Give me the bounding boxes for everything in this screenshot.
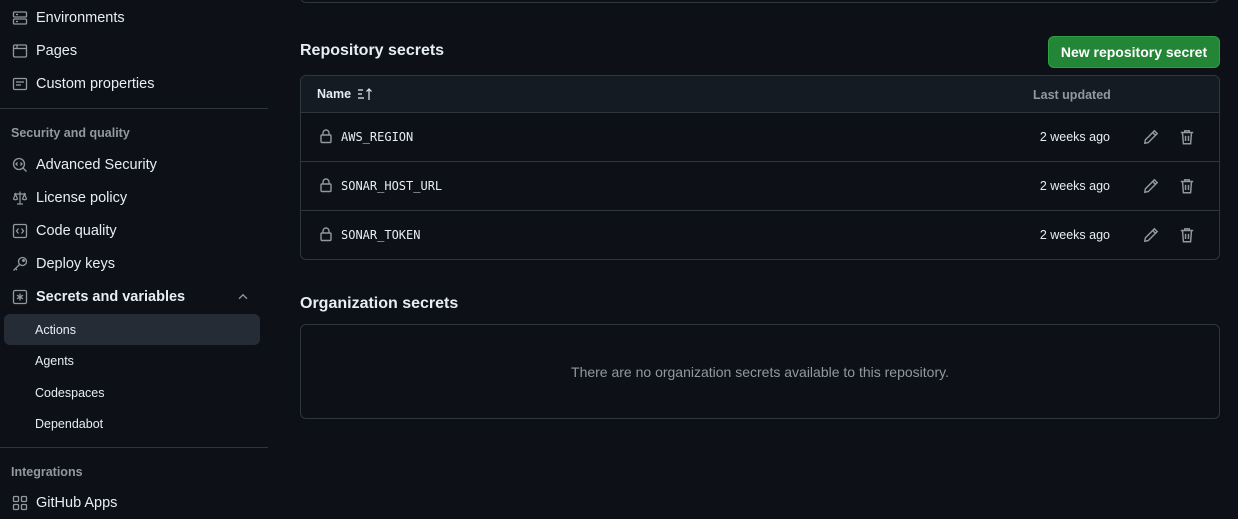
browser-icon (12, 43, 28, 59)
sidebar-item-label: Advanced Security (36, 157, 157, 173)
organization-secrets-empty-state: There are no organization secrets availa… (300, 324, 1220, 419)
server-icon (12, 10, 28, 26)
table-row: SONAR_HOST_URL 2 weeks ago (301, 162, 1219, 211)
sidebar-item-pages[interactable]: Pages (4, 35, 260, 67)
sidebar-item-label: Custom properties (36, 76, 155, 92)
column-header-name[interactable]: Name (317, 87, 373, 101)
sidebar-item-label: Secrets and variables (36, 289, 186, 305)
secret-name: AWS_REGION (341, 130, 414, 144)
trash-icon[interactable] (1178, 226, 1196, 244)
secret-updated: 2 weeks ago (1039, 179, 1110, 193)
sidebar-item-license-policy[interactable]: License policy (4, 182, 260, 214)
sidebar-item-code-quality[interactable]: Code quality (4, 215, 260, 247)
sidebar-item-environments[interactable]: Environments (4, 2, 260, 34)
lock-icon (320, 129, 332, 144)
empty-state-message: There are no organization secrets availa… (571, 363, 949, 380)
sidebar-item-github-apps[interactable]: GitHub Apps (4, 487, 260, 519)
code-square-icon (12, 223, 28, 239)
sidebar-item-label: Environments (36, 10, 125, 26)
repository-secrets-table: Name Last updated AWS_REGION 2 weeks ago… (300, 75, 1220, 260)
note-icon (12, 76, 28, 92)
sidebar-item-deploy-keys[interactable]: Deploy keys (4, 248, 260, 280)
apps-icon (12, 495, 28, 511)
sidebar-subitem-agents[interactable]: Agents (4, 345, 260, 376)
sidebar-subitem-dependabot[interactable]: Dependabot (4, 408, 260, 439)
sidebar-item-label: License policy (36, 190, 128, 206)
law-icon (12, 190, 28, 206)
sidebar-item-label: Pages (36, 43, 78, 59)
lock-icon (320, 227, 332, 242)
secret-updated: 2 weeks ago (1039, 130, 1110, 144)
sidebar-heading-security: Security and quality (11, 126, 130, 140)
codescan-icon (12, 157, 28, 173)
repository-secrets-title: Repository secrets (300, 42, 445, 59)
key-icon (12, 256, 28, 272)
sidebar-subitem-codespaces[interactable]: Codespaces (4, 377, 260, 408)
sidebar-item-advanced-security[interactable]: Advanced Security (4, 149, 260, 181)
organization-secrets-title: Organization secrets (300, 295, 459, 312)
chevron-up-icon[interactable] (236, 290, 250, 304)
pencil-icon[interactable] (1142, 177, 1160, 195)
pencil-icon[interactable] (1142, 128, 1160, 146)
secret-updated: 2 weeks ago (1039, 228, 1110, 242)
pencil-icon[interactable] (1142, 226, 1160, 244)
table-header: Name Last updated (301, 76, 1219, 113)
trash-icon[interactable] (1178, 177, 1196, 195)
trash-icon[interactable] (1178, 128, 1196, 146)
sidebar-item-custom-properties[interactable]: Custom properties (4, 68, 260, 100)
secret-name: SONAR_HOST_URL (341, 179, 443, 193)
sidebar-item-label: GitHub Apps (36, 495, 118, 511)
sidebar-subitem-actions[interactable]: Actions (4, 314, 260, 345)
sidebar-item-secrets-and-variables[interactable]: Secrets and variables (4, 281, 260, 313)
sidebar-heading-integrations: Integrations (11, 465, 83, 479)
asterisk-icon (12, 289, 28, 305)
table-row: SONAR_TOKEN 2 weeks ago (301, 211, 1219, 259)
sort-ascending-icon (358, 88, 372, 100)
previous-section-box (300, 0, 1219, 3)
column-header-last-updated: Last updated (1033, 88, 1111, 102)
sidebar-divider (0, 108, 268, 109)
table-row: AWS_REGION 2 weeks ago (301, 113, 1219, 162)
secret-name: SONAR_TOKEN (341, 228, 421, 242)
sidebar-item-label: Deploy keys (36, 256, 115, 272)
column-header-name-label: Name (317, 87, 352, 101)
sidebar-divider (0, 447, 268, 448)
lock-icon (320, 178, 332, 193)
sidebar-item-label: Code quality (36, 223, 117, 239)
new-repository-secret-button[interactable]: New repository secret (1048, 36, 1220, 68)
settings-sidebar: Environments Pages Custom properties Sec… (0, 0, 268, 513)
